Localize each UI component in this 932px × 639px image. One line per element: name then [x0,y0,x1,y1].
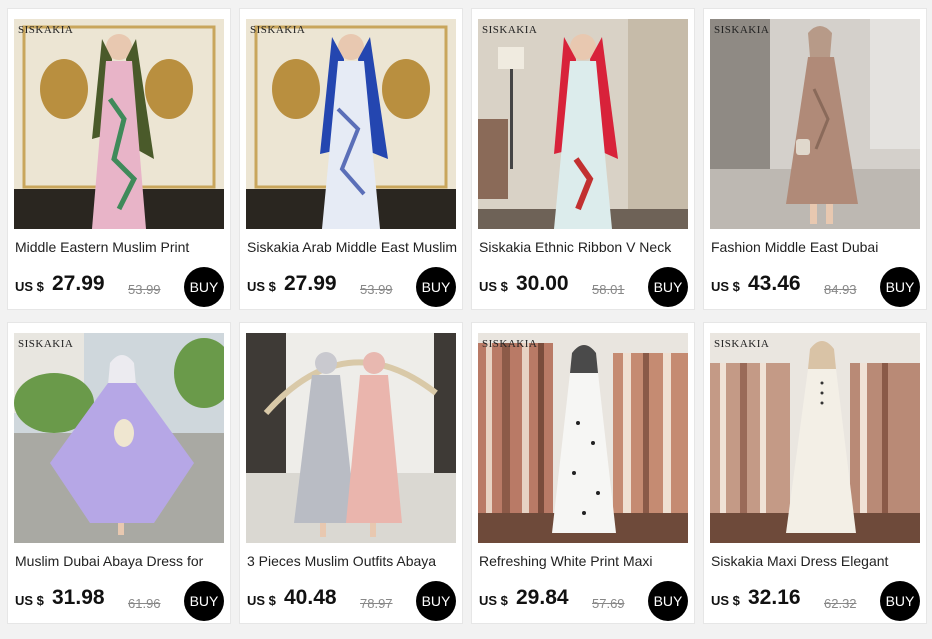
product-price: 43.46 [748,272,801,295]
currency-label: US $ [711,279,740,294]
product-card[interactable]: SISKAKIA Siskakia Arab Middle East Musli… [239,8,463,310]
product-card[interactable]: SISKAKIA Siskakia Ethnic Ribbon V Neck U… [471,8,695,310]
product-card[interactable]: SISKAKIA Middle Eastern Muslim Print US … [7,8,231,310]
product-card[interactable]: SISKAKIA Muslim Dubai Abaya Dress for US… [7,322,231,624]
product-card[interactable]: SISKAKIA Fashion Middle East Dubai US $ … [703,8,927,310]
product-title[interactable]: Fashion Middle East Dubai [711,239,923,255]
product-price: 27.99 [52,272,105,295]
brand-watermark: SISKAKIA [18,24,74,36]
product-photo[interactable]: SISKAKIA [710,333,920,543]
product-price: 40.48 [284,586,337,609]
product-price: 30.00 [516,272,569,295]
product-photo[interactable]: SISKAKIA [478,333,688,543]
original-price: 62.32 [824,596,857,611]
currency-label: US $ [711,593,740,608]
currency-label: US $ [479,593,508,608]
brand-watermark: SISKAKIA [250,24,306,36]
product-title[interactable]: Muslim Dubai Abaya Dress for [15,553,227,569]
currency-label: US $ [247,279,276,294]
product-price: 31.98 [52,586,105,609]
brand-watermark: SISKAKIA [714,338,770,350]
currency-label: US $ [247,593,276,608]
buy-button[interactable]: BUY [416,581,456,621]
brand-watermark: SISKAKIA [18,338,74,350]
currency-label: US $ [15,593,44,608]
brand-watermark: SISKAKIA [482,338,538,350]
original-price: 57.69 [592,596,625,611]
product-price: 29.84 [516,586,569,609]
product-card[interactable]: SISKAKIA Refreshing White Print Maxi US … [471,322,695,624]
product-photo[interactable]: SISKAKIA [14,333,224,543]
product-photo[interactable]: SISKAKIA [246,19,456,229]
original-price: 53.99 [128,282,161,297]
product-photo[interactable]: SISKAKIA [14,19,224,229]
product-card[interactable]: 3 Pieces Muslim Outfits Abaya US $ 40.48… [239,322,463,624]
buy-button[interactable]: BUY [648,581,688,621]
original-price: 58.01 [592,282,625,297]
product-photo[interactable]: SISKAKIA [710,19,920,229]
product-price: 27.99 [284,272,337,295]
product-title[interactable]: Siskakia Arab Middle East Muslim [247,239,459,255]
product-title[interactable]: Siskakia Ethnic Ribbon V Neck [479,239,691,255]
original-price: 84.93 [824,282,857,297]
buy-button[interactable]: BUY [648,267,688,307]
currency-label: US $ [15,279,44,294]
original-price: 53.99 [360,282,393,297]
buy-button[interactable]: BUY [184,581,224,621]
product-photo[interactable]: SISKAKIA [478,19,688,229]
buy-button[interactable]: BUY [880,267,920,307]
brand-watermark: SISKAKIA [714,24,770,36]
brand-watermark: SISKAKIA [482,24,538,36]
buy-button[interactable]: BUY [880,581,920,621]
currency-label: US $ [479,279,508,294]
product-title[interactable]: 3 Pieces Muslim Outfits Abaya [247,553,459,569]
product-title[interactable]: Refreshing White Print Maxi [479,553,691,569]
buy-button[interactable]: BUY [416,267,456,307]
product-title[interactable]: Middle Eastern Muslim Print [15,239,227,255]
original-price: 61.96 [128,596,161,611]
product-title[interactable]: Siskakia Maxi Dress Elegant [711,553,923,569]
product-price: 32.16 [748,586,801,609]
product-grid: SISKAKIA Middle Eastern Muslim Print US … [0,0,932,639]
original-price: 78.97 [360,596,393,611]
product-card[interactable]: SISKAKIA Siskakia Maxi Dress Elegant US … [703,322,927,624]
buy-button[interactable]: BUY [184,267,224,307]
product-photo[interactable] [246,333,456,543]
